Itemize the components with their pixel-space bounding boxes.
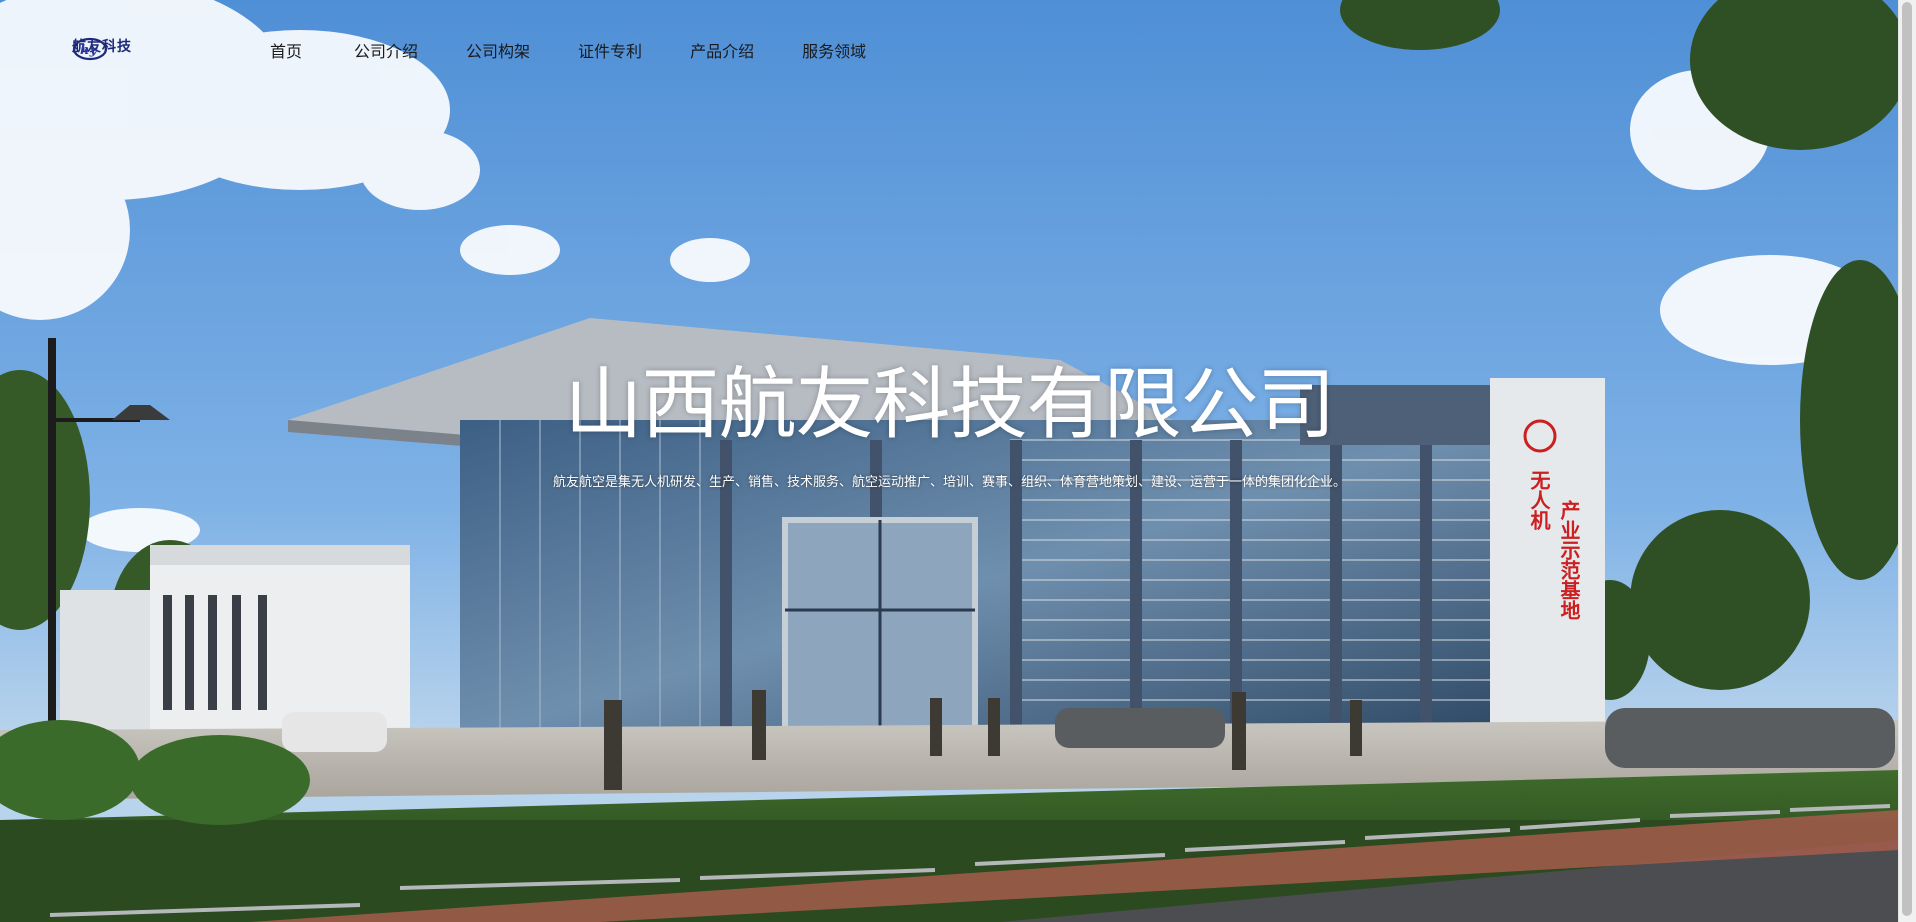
page-scrollbar[interactable] [1898, 0, 1916, 922]
nav-item-products[interactable]: 产品介绍 [690, 38, 754, 62]
nav-item-company-intro[interactable]: 公司介绍 [354, 38, 418, 62]
hy-logo-icon: hy [72, 37, 108, 61]
hero-background-image [0, 0, 1899, 922]
nav-item-service-fields[interactable]: 服务领域 [802, 38, 866, 62]
hero-banner: 无人机 产业示范基地 hy 航友科技 首页 公司介绍 公司构架 证件专利 产品介… [0, 0, 1899, 922]
nav-item-certificates-patents[interactable]: 证件专利 [578, 38, 642, 62]
main-menu: 首页 公司介绍 公司构架 证件专利 产品介绍 服务领域 [270, 38, 914, 62]
nav-item-company-structure[interactable]: 公司构架 [466, 38, 530, 62]
tower-sign: 无人机 产业示范基地 [1527, 470, 1602, 690]
scrollbar-thumb[interactable] [1902, 2, 1912, 916]
hero-subtitle: 航友航空是集无人机研发、生产、销售、技术服务、航空运动推广、培训、赛事、组织、体… [552, 475, 1346, 490]
sign-line-2: 产业示范基地 [1557, 500, 1581, 620]
brand-logo[interactable]: hy 航友科技 [72, 36, 132, 61]
hero-title: 山西航友科技有限公司 [564, 360, 1335, 450]
svg-text:hy: hy [80, 43, 98, 58]
nav-item-home[interactable]: 首页 [270, 38, 302, 62]
top-navigation: hy 航友科技 首页 公司介绍 公司构架 证件专利 产品介绍 服务领域 [0, 0, 1899, 100]
